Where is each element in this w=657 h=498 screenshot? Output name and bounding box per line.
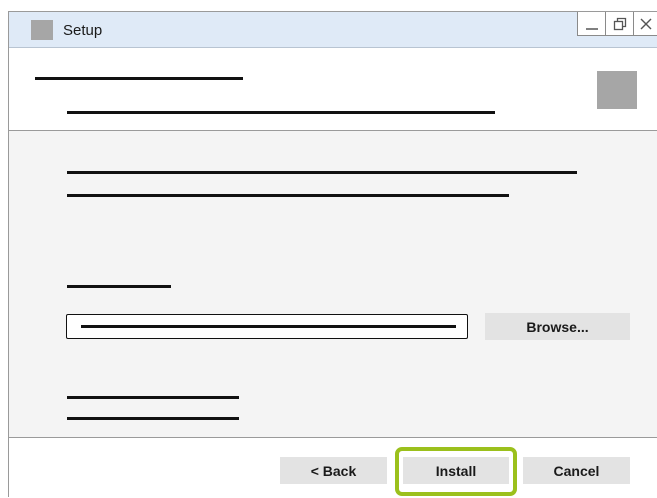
wizard-footer: < Back Install Cancel (9, 438, 657, 498)
app-icon (31, 20, 53, 40)
back-button[interactable]: < Back (280, 457, 387, 484)
close-button[interactable] (634, 12, 657, 35)
folder-label-placeholder (67, 285, 171, 288)
wizard-header (9, 48, 657, 131)
browse-button[interactable]: Browse... (485, 313, 630, 340)
install-path-input[interactable] (66, 314, 468, 339)
window-title: Setup (63, 22, 103, 39)
header-title-placeholder (35, 77, 243, 80)
close-icon (640, 18, 652, 29)
restore-icon (613, 17, 626, 30)
window-controls (577, 12, 657, 36)
wizard-body: Browse... (9, 131, 657, 438)
cancel-button[interactable]: Cancel (523, 457, 630, 484)
space-info-line-1 (67, 396, 239, 399)
title-bar[interactable]: Setup (9, 12, 657, 48)
space-info-line-2 (67, 417, 239, 420)
description-line-2 (67, 194, 509, 197)
minimize-button[interactable] (578, 12, 606, 35)
install-path-value-placeholder (81, 325, 456, 328)
logo-icon (597, 71, 637, 109)
setup-window: Setup Browse... < Back Install Cancel (8, 11, 657, 498)
header-subtitle-placeholder (67, 111, 495, 114)
description-line-1 (67, 171, 577, 174)
restore-button[interactable] (606, 12, 634, 35)
install-button[interactable]: Install (403, 457, 509, 484)
minimize-icon (585, 27, 598, 30)
